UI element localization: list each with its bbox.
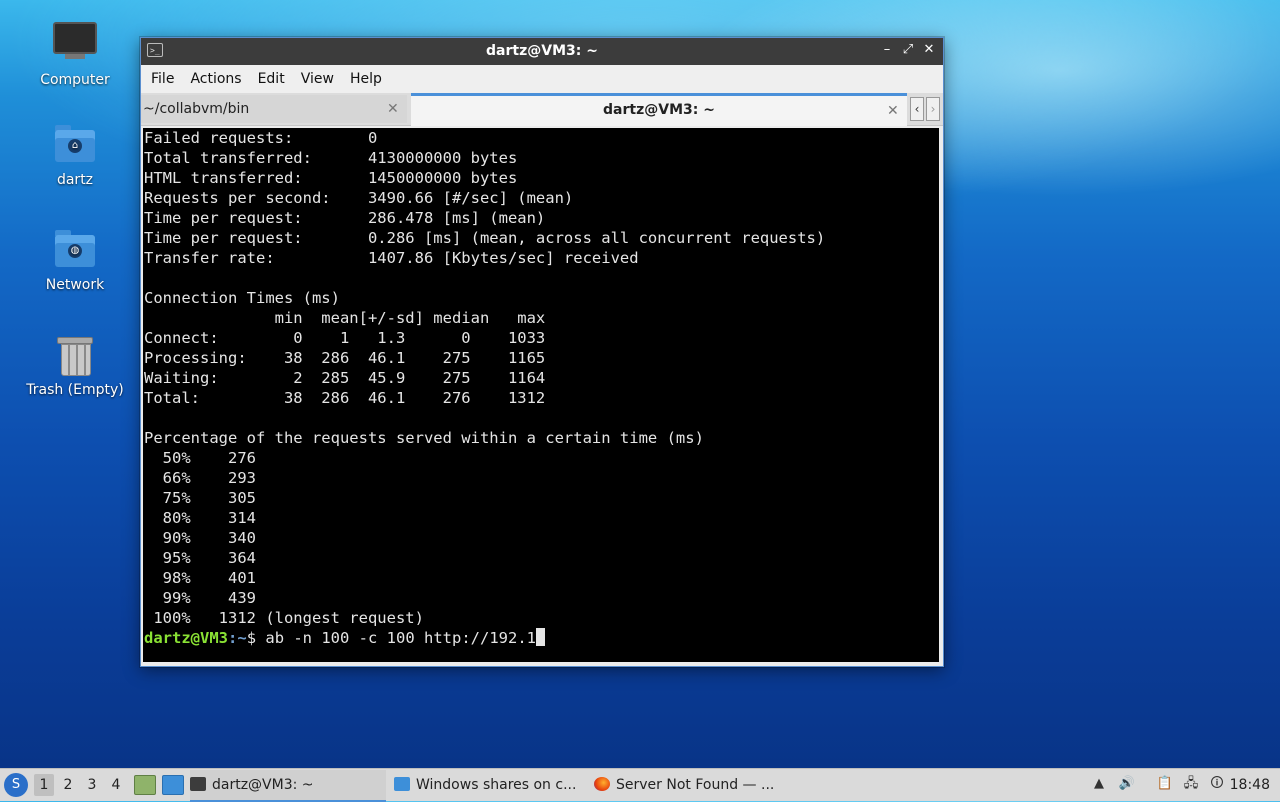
task-label: dartz@VM3: ~: [212, 777, 314, 793]
terminal-line: HTML transferred: 1450000000 bytes: [144, 169, 518, 187]
task-firefox[interactable]: Server Not Found — ...: [594, 770, 784, 800]
desktop-icon-label: dartz: [56, 172, 94, 188]
terminal-output[interactable]: Failed requests: 0 Total transferred: 413…: [143, 128, 939, 662]
clock[interactable]: 18:48: [1230, 769, 1270, 801]
terminal-window: >_ dartz@VM3: ~ – ⤢ ✕ File Actions Edit …: [140, 37, 944, 667]
tab-label: dartz@VM3: ~: [603, 102, 715, 118]
folder-icon: [394, 777, 410, 791]
terminal-prompt-line[interactable]: dartz@VM3:~$ ab -n 100 -c 100 http://192…: [143, 628, 939, 648]
window-title: dartz@VM3: ~: [486, 43, 598, 59]
terminal-line: Failed requests: 0: [144, 129, 378, 147]
terminal-line: Waiting: 2 285 45.9 275 1164: [144, 369, 546, 387]
maximize-button[interactable]: ⤢: [900, 42, 916, 58]
menu-edit[interactable]: Edit: [250, 71, 293, 87]
desktop-icon-label: Network: [45, 277, 105, 293]
text-cursor: [535, 628, 545, 646]
firefox-icon: [594, 777, 610, 791]
tab-close-icon[interactable]: ✕: [887, 97, 899, 125]
terminal-line: 100% 1312 (longest request): [144, 609, 424, 627]
terminal-line: 95% 364: [144, 549, 256, 567]
network-icon[interactable]: 🖧: [1182, 775, 1200, 793]
terminal-line: Connect: 0 1 1.3 0 1033: [144, 329, 546, 347]
close-button[interactable]: ✕: [921, 42, 937, 58]
terminal-line: Connection Times (ms): [144, 289, 340, 307]
terminal-line: 50% 276: [144, 449, 256, 467]
terminal-line: Percentage of the requests served within…: [144, 429, 704, 447]
task-label: Windows shares on c...: [416, 777, 577, 793]
menu-bar: File Actions Edit View Help: [141, 65, 943, 93]
desktop-icon-computer[interactable]: Computer: [20, 18, 130, 88]
terminal-line: Total transferred: 4130000000 bytes: [144, 149, 518, 167]
terminal-line: Total: 38 286 46.1 276 1312: [144, 389, 546, 407]
terminal-line: 90% 340: [144, 529, 256, 547]
task-terminal[interactable]: dartz@VM3: ~: [190, 770, 386, 802]
tab-bar: ~/collabvm/bin ✕ dartz@VM3: ~ ✕ ‹ ›: [141, 93, 943, 126]
workspace-1[interactable]: 1: [34, 774, 54, 796]
desktop-icon-home[interactable]: ⌂ dartz: [20, 122, 130, 188]
terminal-line: 75% 305: [144, 489, 256, 507]
tab-scroll-right-button[interactable]: ›: [926, 97, 940, 121]
desktop-icon-label: Trash (Empty): [26, 382, 124, 398]
prompt-user-host: dartz@VM3: [144, 629, 228, 647]
clipboard-icon[interactable]: 📋: [1156, 775, 1174, 793]
start-menu-icon[interactable]: S: [4, 773, 28, 797]
tab-dartz-home[interactable]: dartz@VM3: ~ ✕: [411, 93, 907, 126]
show-desktop-icon[interactable]: [134, 775, 156, 795]
prompt-command: ab -n 100 -c 100 http://192.1: [265, 629, 536, 647]
terminal-line: Requests per second: 3490.66 [#/sec] (me…: [144, 189, 574, 207]
terminal-text: Failed requests: 0 Total transferred: 413…: [143, 128, 939, 628]
window-titlebar[interactable]: >_ dartz@VM3: ~ – ⤢ ✕: [141, 38, 943, 65]
prompt-path: ~: [237, 629, 247, 647]
tab-collabvm-bin[interactable]: ~/collabvm/bin ✕: [141, 95, 407, 123]
menu-file[interactable]: File: [143, 71, 182, 87]
menu-help[interactable]: Help: [342, 71, 390, 87]
terminal-line: 80% 314: [144, 509, 256, 527]
terminal-line: 99% 439: [144, 589, 256, 607]
terminal-line: Processing: 38 286 46.1 275 1165: [144, 349, 546, 367]
trash-icon: [53, 332, 97, 376]
terminal-line: Time per request: 0.286 [ms] (mean, acro…: [144, 229, 826, 247]
tab-scroll-left-button[interactable]: ‹: [910, 97, 924, 121]
tab-label: ~/collabvm/bin: [143, 101, 250, 117]
terminal-icon: [190, 777, 206, 791]
menu-actions[interactable]: Actions: [182, 71, 249, 87]
computer-icon: [53, 22, 97, 66]
volume-icon[interactable]: 🔊: [1118, 775, 1136, 793]
tray-up-arrow-icon[interactable]: ▲: [1090, 775, 1108, 793]
terminal-line: 98% 401: [144, 569, 256, 587]
minimize-button[interactable]: –: [879, 42, 895, 58]
task-file-manager[interactable]: Windows shares on c...: [394, 770, 584, 800]
tab-close-icon[interactable]: ✕: [387, 95, 399, 123]
menu-view[interactable]: View: [293, 71, 342, 87]
file-manager-launcher-icon[interactable]: [162, 775, 184, 795]
terminal-line: min mean[+/-sd] median max: [144, 309, 546, 327]
desktop-icon-label: Computer: [40, 72, 110, 88]
prompt-dollar: $: [246, 629, 266, 647]
terminal-line: Time per request: 286.478 [ms] (mean): [144, 209, 546, 227]
workspace-3[interactable]: 3: [82, 774, 102, 796]
workspace-2[interactable]: 2: [58, 774, 78, 796]
task-label: Server Not Found — ...: [616, 777, 775, 793]
network-folder-icon: ◍: [53, 227, 97, 271]
workspace-4[interactable]: 4: [106, 774, 126, 796]
terminal-line: Transfer rate: 1407.86 [Kbytes/sec] rece…: [144, 249, 639, 267]
terminal-line: 66% 293: [144, 469, 256, 487]
desktop-icon-trash[interactable]: Trash (Empty): [20, 332, 130, 398]
home-folder-icon: ⌂: [53, 122, 97, 166]
taskbar: S 1 2 3 4 dartz@VM3: ~ Windows shares on…: [0, 768, 1280, 802]
prompt-colon: :: [228, 629, 238, 647]
notification-icon[interactable]: 🛈: [1208, 775, 1226, 793]
desktop-icon-network[interactable]: ◍ Network: [20, 227, 130, 293]
